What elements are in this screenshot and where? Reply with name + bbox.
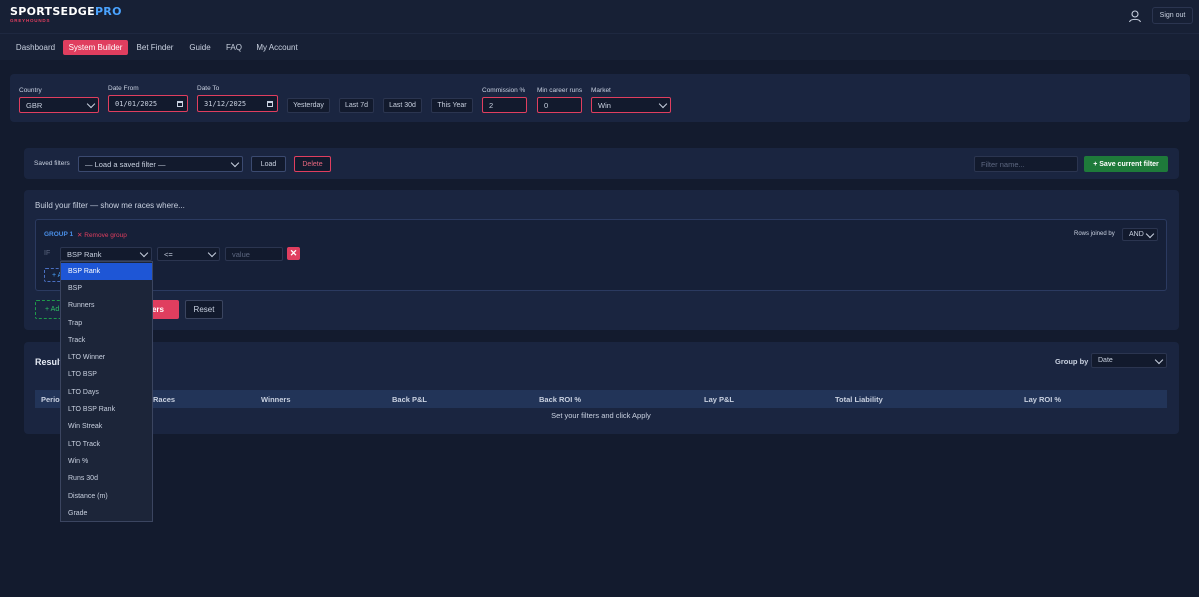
dropdown-option[interactable]: LTO BSP (61, 366, 152, 383)
saved-filters-label: Saved filters (34, 160, 70, 167)
field-dropdown-list: BSP Rank BSP Runners Trap Track LTO Winn… (60, 261, 153, 522)
nav-bet-finder[interactable]: Bet Finder (135, 40, 175, 55)
results-panel (24, 342, 1179, 434)
column-header-back-roi[interactable]: Back ROI % (539, 390, 581, 408)
date-from-input[interactable]: 01/01/2025 (108, 95, 188, 112)
dropdown-option[interactable]: LTO Winner (61, 349, 152, 366)
dropdown-option[interactable]: Runs 30d (61, 470, 152, 487)
commission-input[interactable]: 2 (482, 97, 527, 113)
rows-joined-label: Rows joined by (1074, 231, 1115, 237)
reset-button[interactable]: Reset (185, 300, 223, 319)
country-select[interactable]: GBR (19, 97, 99, 113)
dropdown-option[interactable]: Track (61, 332, 152, 349)
remove-group-button[interactable]: ✕ Remove group (77, 231, 127, 239)
nav-my-account[interactable]: My Account (256, 40, 298, 55)
dropdown-option[interactable]: BSP Rank (61, 263, 152, 280)
results-title: Result (35, 357, 63, 367)
nav-guide[interactable]: Guide (186, 40, 214, 55)
calendar-icon (177, 100, 183, 107)
main-nav (0, 33, 1199, 60)
last-7d-button[interactable]: Last 7d (339, 98, 374, 113)
rows-joined-select[interactable]: AND (1122, 228, 1158, 241)
load-button[interactable]: Load (251, 156, 286, 172)
chevron-down-icon (1145, 229, 1155, 238)
top-bar (0, 0, 1199, 33)
dropdown-option[interactable]: Grade (61, 505, 152, 522)
user-icon[interactable] (1128, 9, 1142, 23)
results-empty-message: Set your filters and click Apply (551, 411, 651, 420)
brand-logo[interactable]: SPORTSEDGEPRO (10, 5, 122, 18)
add-group-button[interactable]: + Ad (35, 300, 63, 319)
group-label: GROUP 1 (44, 231, 74, 238)
min-runs-label: Min career runs (537, 87, 583, 94)
last-30d-button[interactable]: Last 30d (383, 98, 422, 113)
column-header-races[interactable]: Races (153, 390, 175, 408)
this-year-button[interactable]: This Year (431, 98, 473, 113)
value-input[interactable]: value (225, 247, 283, 261)
dropdown-option[interactable]: Runners (61, 297, 152, 314)
dropdown-option[interactable]: Trap (61, 315, 152, 332)
group-by-select[interactable]: Date (1091, 353, 1167, 368)
country-label: Country (19, 87, 42, 94)
commission-label: Commission % (482, 87, 526, 94)
column-header-back-pnl[interactable]: Back P&L (392, 390, 427, 408)
dropdown-option[interactable]: Win % (61, 453, 152, 470)
nav-dashboard[interactable]: Dashboard (13, 40, 58, 55)
if-label: IF (44, 250, 51, 257)
save-filter-button[interactable]: + Save current filter (1084, 156, 1168, 172)
column-header-winners[interactable]: Winners (261, 390, 291, 408)
date-from-label: Date From (108, 85, 139, 92)
chevron-down-icon (658, 99, 668, 109)
column-header-lay-pnl[interactable]: Lay P&L (704, 390, 734, 408)
close-icon: ✕ (289, 248, 298, 258)
market-label: Market (591, 87, 611, 94)
column-header-lay-roi[interactable]: Lay ROI % (1024, 390, 1061, 408)
market-select[interactable]: Win (591, 97, 671, 113)
column-header-total-liability[interactable]: Total Liability (835, 390, 883, 408)
dropdown-option[interactable]: Win Streak (61, 418, 152, 435)
dropdown-option[interactable]: LTO Track (61, 436, 152, 453)
date-to-input[interactable]: 31/12/2025 (197, 95, 278, 112)
field-select[interactable]: BSP Rank (60, 247, 152, 261)
dropdown-option[interactable]: Distance (m) (61, 488, 152, 505)
chevron-down-icon (139, 248, 149, 258)
chevron-down-icon (230, 158, 240, 168)
nav-faq[interactable]: FAQ (224, 40, 244, 55)
chevron-down-icon (1154, 355, 1164, 364)
builder-heading: Build your filter — show me races where.… (35, 201, 185, 210)
yesterday-button[interactable]: Yesterday (287, 98, 330, 113)
remove-row-button[interactable]: ✕ (287, 247, 300, 260)
dropdown-option[interactable]: LTO Days (61, 384, 152, 401)
dropdown-option[interactable]: BSP (61, 280, 152, 297)
chevron-down-icon (86, 99, 96, 109)
min-runs-input[interactable]: 0 (537, 97, 582, 113)
nav-system-builder[interactable]: System Builder (63, 40, 128, 55)
calendar-icon (267, 100, 273, 107)
chevron-down-icon (207, 248, 217, 258)
filter-name-input[interactable]: Filter name... (974, 156, 1078, 172)
group-by-label: Group by (1055, 357, 1089, 366)
delete-button[interactable]: Delete (294, 156, 331, 172)
date-to-label: Date To (197, 85, 220, 92)
results-table-header (35, 390, 1167, 408)
brand-subtitle: GREYHOUNDS (10, 18, 51, 23)
saved-filter-select[interactable]: — Load a saved filter — (78, 156, 243, 172)
sign-out-button[interactable]: Sign out (1152, 7, 1193, 24)
dropdown-option[interactable]: LTO BSP Rank (61, 401, 152, 418)
operator-select[interactable]: <= (157, 247, 220, 261)
